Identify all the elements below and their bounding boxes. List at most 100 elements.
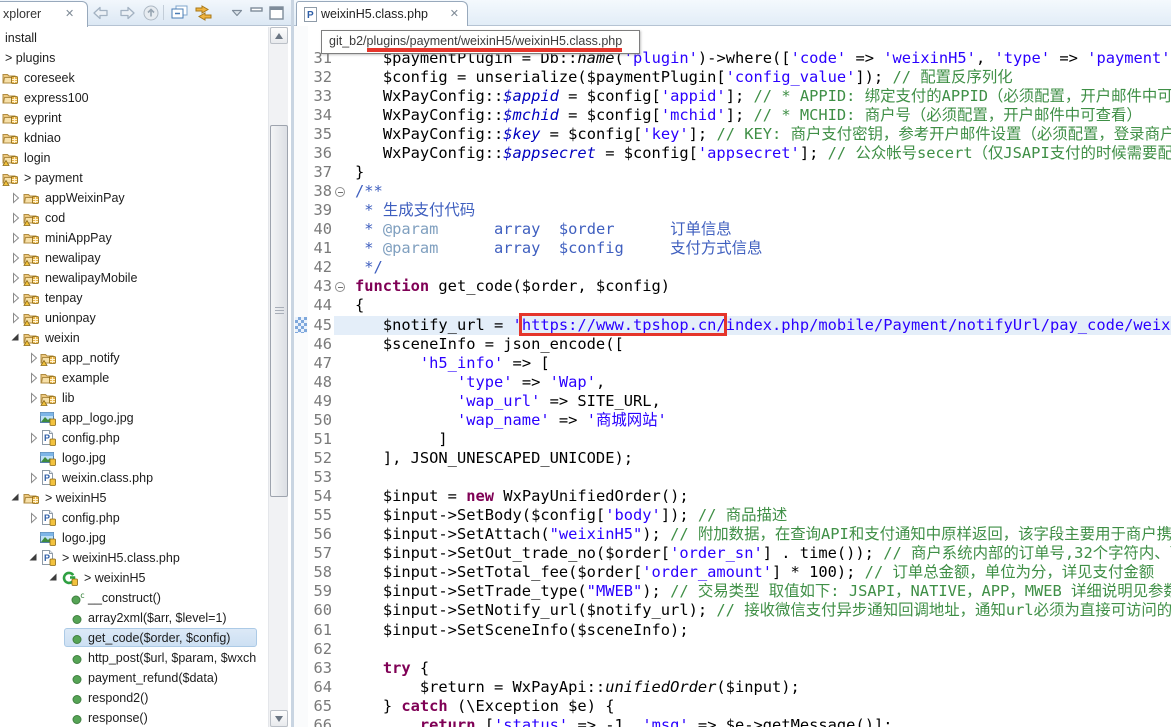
close-icon[interactable]: ✕ — [65, 7, 74, 20]
tree-item-unionpay[interactable]: unionpay — [0, 308, 268, 328]
tree-item-newalipay[interactable]: newalipay — [0, 248, 268, 268]
code-line[interactable]: * @param array $config 支付方式信息 — [355, 239, 762, 258]
tree-item-app-notify[interactable]: app_notify — [0, 348, 268, 368]
chevron-collapsed-icon[interactable] — [8, 290, 24, 306]
chevron-collapsed-icon[interactable] — [8, 190, 24, 206]
fold-marker[interactable] — [335, 187, 345, 197]
code-line[interactable]: */ — [355, 258, 383, 277]
tree-item-kdniao[interactable]: kdniao — [0, 128, 268, 148]
code-line[interactable]: $input->SetAttach("weixinH5"); // 附加数据，在… — [355, 525, 1171, 544]
tree-item-respond2-[interactable]: respond2() — [0, 688, 268, 708]
minimize-button[interactable] — [246, 3, 268, 23]
code-line[interactable]: try { — [355, 659, 429, 678]
code-line[interactable]: 'wap_url' => SITE_URL, — [355, 392, 661, 411]
tree-item-cod[interactable]: cod — [0, 208, 268, 228]
tree-item-config-php[interactable]: Pconfig.php — [0, 508, 268, 528]
code-line[interactable]: { — [355, 296, 364, 315]
editor-tab[interactable]: P weixinH5.class.php ✕ — [296, 1, 468, 27]
chevron-collapsed-icon[interactable] — [8, 210, 24, 226]
code-line[interactable]: return ['status' => -1, 'msg' => $e->get… — [355, 716, 893, 727]
explorer-header: xplorer ✕ — [0, 0, 291, 26]
code-line[interactable]: $input = new WxPayUnifiedOrder(); — [355, 487, 689, 506]
chevron-collapsed-icon[interactable] — [8, 270, 24, 286]
up-button[interactable] — [140, 3, 162, 23]
scrollbar-thumb[interactable] — [270, 125, 288, 497]
php-icon: P — [40, 510, 56, 526]
scroll-down-button[interactable] — [270, 710, 288, 727]
chevron-expanded-icon[interactable] — [8, 490, 24, 506]
tree-item-tenpay[interactable]: tenpay — [0, 288, 268, 308]
forward-button[interactable] — [116, 3, 138, 23]
chevron-collapsed-icon[interactable] — [8, 250, 24, 266]
code-line[interactable]: /** — [355, 182, 383, 201]
code-line[interactable]: WxPayConfig::$appid = $config['appid']; … — [355, 87, 1171, 106]
code-line[interactable]: $input->SetTotal_fee($order['order_amoun… — [355, 563, 1154, 582]
code-line[interactable]: $config = unserialize($paymentPlugin['co… — [355, 68, 1013, 87]
fold-marker[interactable] — [335, 282, 345, 292]
tree-item-miniapppay[interactable]: miniAppPay — [0, 228, 268, 248]
tree-item-weixinh5[interactable]: > weixinH5 — [0, 568, 268, 588]
tree-item-logo-jpg[interactable]: logo.jpg — [0, 528, 268, 548]
code-line[interactable]: WxPayConfig::$appsecret = $config['appse… — [355, 144, 1171, 163]
view-menu-button[interactable] — [226, 3, 248, 23]
code-line[interactable]: } — [355, 163, 364, 182]
code-line[interactable]: 'h5_info' => [ — [355, 354, 550, 373]
tree-item-app-logo-jpg[interactable]: app_logo.jpg — [0, 408, 268, 428]
chevron-expanded-icon[interactable] — [8, 330, 24, 346]
code-line[interactable]: * 生成支付代码 — [355, 201, 475, 220]
tree-item-eyprint[interactable]: eyprint — [0, 108, 268, 128]
code-line[interactable]: $notify_url = 'https://www.tpshop.cn/ind… — [355, 316, 1171, 335]
tree-scrollbar[interactable] — [268, 27, 288, 727]
tree-item-response-[interactable]: response() — [0, 708, 268, 727]
tree-item-weixinh5[interactable]: > weixinH5 — [0, 488, 268, 508]
code-line[interactable]: WxPayConfig::$mchid = $config['mchid']; … — [355, 106, 1142, 125]
tree-item-weixin[interactable]: weixin — [0, 328, 268, 348]
tree-item-payment-refund-data-[interactable]: payment_refund($data) — [0, 668, 268, 688]
chevron-collapsed-icon[interactable] — [8, 310, 24, 326]
collapse-all-button[interactable] — [168, 3, 190, 23]
tree-item-example[interactable]: example — [0, 368, 268, 388]
code-line[interactable]: $input->SetTrade_type("MWEB"); // 交易类型 取… — [355, 582, 1171, 601]
annotation-ruler[interactable] — [294, 26, 308, 727]
tree-item-install[interactable]: install — [0, 28, 268, 48]
explorer-tab-label: xplorer — [3, 7, 41, 21]
tree-item-config-php[interactable]: Pconfig.php — [0, 428, 268, 448]
code-line[interactable]: } catch (\Exception $e) { — [355, 697, 615, 716]
code-line[interactable]: $sceneInfo = json_encode([ — [355, 335, 624, 354]
tree-item-http-post-url-param-wxch[interactable]: http_post($url, $param, $wxch — [0, 648, 268, 668]
maximize-button[interactable] — [266, 3, 288, 23]
tree-item-payment[interactable]: > payment — [0, 168, 268, 188]
code-line[interactable]: function get_code($order, $config) — [355, 277, 670, 296]
close-icon[interactable]: ✕ — [450, 7, 459, 20]
chevron-expanded-icon[interactable] — [46, 570, 62, 586]
tree-item-lib[interactable]: lib — [0, 388, 268, 408]
code-line[interactable]: ] — [355, 430, 448, 449]
tree-item--construct-[interactable]: c__construct() — [0, 588, 268, 608]
chevron-collapsed-icon[interactable] — [8, 230, 24, 246]
code-line[interactable]: 'wap_name' => '商城网站' — [355, 411, 667, 430]
tree-item-weixin-class-php[interactable]: Pweixin.class.php — [0, 468, 268, 488]
tree-item-express100[interactable]: express100 — [0, 88, 268, 108]
tree-item-appweixinpay[interactable]: appWeixinPay — [0, 188, 268, 208]
tree-item-plugins[interactable]: > plugins — [0, 48, 268, 68]
tree-item-logo-jpg[interactable]: logo.jpg — [0, 448, 268, 468]
tree-item-login[interactable]: login — [0, 148, 268, 168]
code-line[interactable]: * @param array $order 订单信息 — [355, 220, 732, 239]
tree-item-get-code-order-config-[interactable]: get_code($order, $config) — [0, 628, 268, 648]
explorer-tab[interactable]: xplorer ✕ — [0, 1, 88, 27]
code-line[interactable]: $return = WxPayApi::unifiedOrder($input)… — [355, 678, 800, 697]
tree-item-newalipaymobile[interactable]: newalipayMobile — [0, 268, 268, 288]
code-line[interactable]: $input->SetBody($config['body']); // 商品描… — [355, 506, 787, 525]
code-line[interactable]: $input->SetOut_trade_no($order['order_sn… — [355, 544, 1171, 563]
code-line[interactable]: ], JSON_UNESCAPED_UNICODE); — [355, 449, 633, 468]
tree-item-array2xml-arr-level-1-[interactable]: array2xml($arr, $level=1) — [0, 608, 268, 628]
link-with-editor-button[interactable] — [192, 3, 214, 23]
code-line[interactable]: $input->SetNotify_url($notify_url); // 接… — [355, 601, 1171, 620]
tree-item-weixinh5-class-php[interactable]: P> weixinH5.class.php — [0, 548, 268, 568]
tree-item-coreseek[interactable]: coreseek — [0, 68, 268, 88]
scroll-up-button[interactable] — [270, 27, 288, 44]
back-button[interactable] — [90, 3, 112, 23]
code-line[interactable]: 'type' => 'Wap', — [355, 373, 605, 392]
code-line[interactable]: WxPayConfig::$key = $config['key']; // K… — [355, 125, 1171, 144]
code-line[interactable]: $input->SetSceneInfo($sceneInfo); — [355, 621, 689, 640]
